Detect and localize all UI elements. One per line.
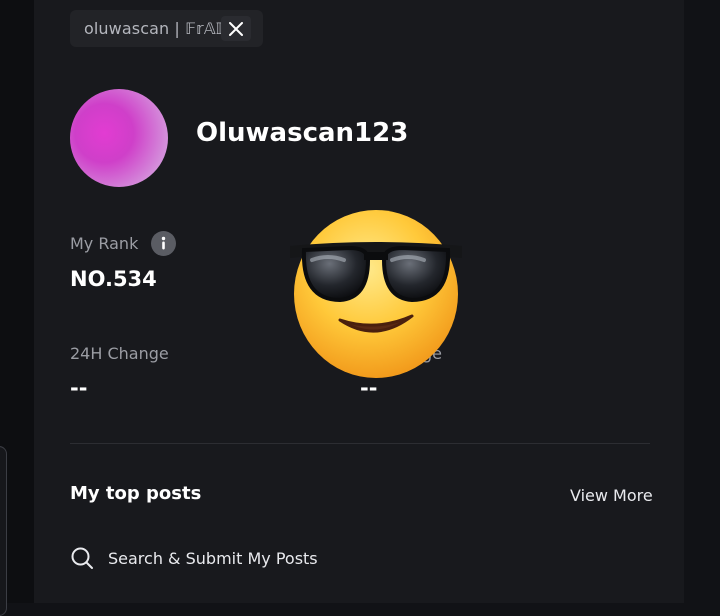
search-icon [71, 547, 93, 569]
change-24h-value: -- [70, 376, 88, 400]
info-icon[interactable] [151, 231, 176, 256]
rank-label: My Rank [70, 234, 139, 253]
avatar [70, 89, 168, 187]
x-link-button[interactable] [221, 16, 251, 41]
search-submit-posts[interactable]: Search & Submit My Posts [70, 546, 318, 570]
rank-value: NO.534 [70, 267, 157, 291]
handle-chip: oluwascan | 𝔽𝕣𝔸𝕀 [70, 10, 263, 47]
top-posts-title: My top posts [70, 483, 202, 504]
left-edge-panel [0, 446, 7, 616]
change-24h-label: 24H Change [70, 344, 169, 363]
handle-text: oluwascan | 𝔽𝕣𝔸𝕀 [84, 19, 223, 38]
info-glyph [161, 236, 166, 250]
right-background [684, 0, 720, 603]
username: Oluwascan123 [196, 118, 409, 148]
x-logo-icon [229, 21, 243, 36]
search-label: Search & Submit My Posts [108, 548, 318, 568]
section-divider [70, 443, 650, 444]
smiling-face-with-sunglasses-icon [290, 210, 462, 378]
view-more-link[interactable]: View More [570, 486, 653, 505]
